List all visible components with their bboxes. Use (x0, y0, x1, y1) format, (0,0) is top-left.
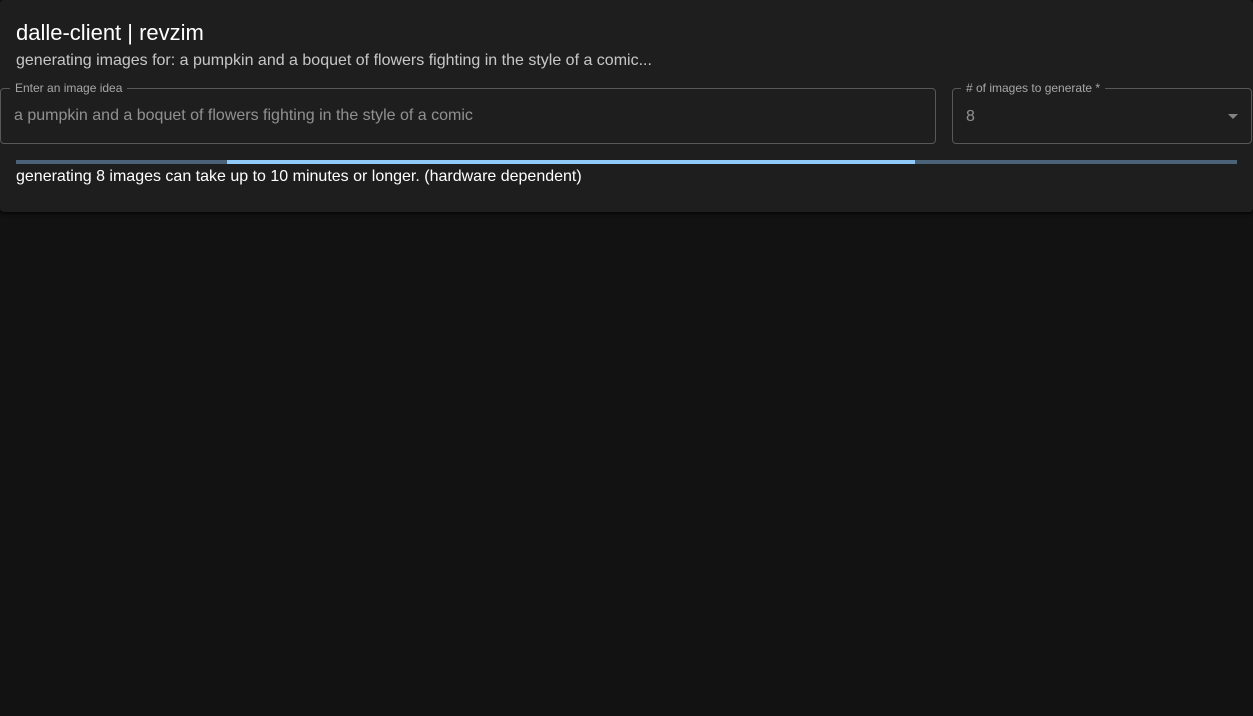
generation-time-notice: generating 8 images can take up to 10 mi… (16, 168, 582, 185)
image-idea-field[interactable]: Enter an image idea (0, 80, 936, 144)
image-count-label: # of images to generate * (961, 80, 1106, 96)
page-title: dalle-client | revzim (16, 20, 204, 45)
progress-bar (227, 160, 915, 164)
generation-status-text: generating images for: a pumpkin and a b… (16, 52, 652, 69)
image-idea-input[interactable] (14, 106, 914, 126)
chevron-down-icon[interactable] (1228, 114, 1238, 119)
generator-card: dalle-client | revzim generating images … (0, 0, 1253, 212)
image-count-value: 8 (966, 108, 975, 125)
image-idea-label: Enter an image idea (10, 80, 128, 96)
image-count-select[interactable]: # of images to generate * 8 (952, 80, 1252, 144)
progress-track (16, 160, 1237, 164)
